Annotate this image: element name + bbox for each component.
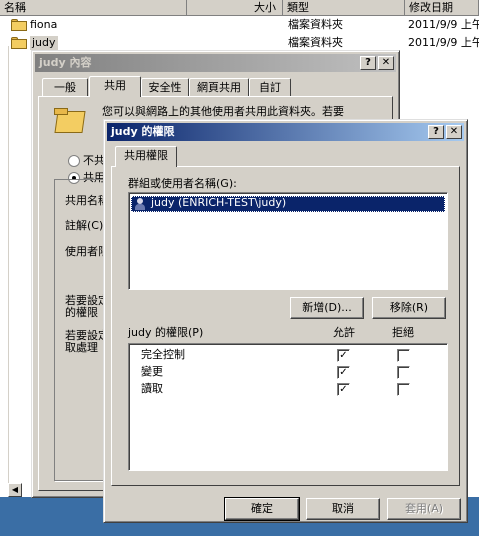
cancel-button[interactable]: 取消 (306, 498, 380, 520)
deny-read-checkbox[interactable] (397, 383, 410, 396)
close-button[interactable]: ✕ (446, 125, 462, 139)
permissions-title: judy 的權限 (111, 125, 175, 138)
tab-customize[interactable]: 自訂 (249, 78, 291, 97)
permissions-titlebar[interactable]: judy 的權限 ? ✕ (107, 123, 464, 141)
allow-full-control-checkbox[interactable]: ✓ (337, 349, 350, 362)
user-name: judy (ENRICH-TEST\judy) (151, 196, 287, 209)
deny-full-control-checkbox[interactable] (397, 349, 410, 362)
file-row-fiona[interactable]: fiona 檔案資料夾 2011/9/9 上午 (0, 16, 479, 34)
group-or-user-label: 群組或使用者名稱(G): (128, 177, 237, 190)
file-name: judy (30, 36, 58, 50)
file-name: fiona (30, 18, 58, 31)
sharing-intro: 您可以與網路上的其他使用者共用此資料夾。若要 (102, 105, 344, 118)
tab-sharing[interactable]: 共用 (89, 76, 141, 97)
list-margin (0, 46, 9, 486)
file-type: 檔案資料夾 (288, 36, 343, 49)
tab-share-permissions[interactable]: 共用權限 (115, 146, 177, 167)
column-header-modified[interactable]: 修改日期 (405, 0, 479, 16)
add-button[interactable]: 新增(D)... (290, 297, 364, 319)
perm-change-label: 變更 (141, 365, 163, 378)
perm-full-control-label: 完全控制 (141, 348, 185, 361)
user-list[interactable]: judy (ENRICH-TEST\judy) (128, 192, 448, 290)
folder-icon (11, 19, 27, 31)
deny-change-checkbox[interactable] (397, 366, 410, 379)
help-button[interactable]: ? (360, 56, 376, 70)
file-date: 2011/9/9 上午 (408, 36, 479, 49)
permissions-note-2: 的權限 (65, 306, 98, 319)
permissions-for-label: judy 的權限(P) (128, 326, 204, 339)
allow-column-header: 允許 (333, 326, 355, 339)
deny-column-header: 拒絕 (392, 326, 414, 339)
ok-button[interactable]: 確定 (224, 497, 300, 521)
caching-note-2: 取處理 (65, 341, 98, 354)
radio-do-not-share-label: 不共 (83, 154, 105, 167)
column-header-type[interactable]: 類型 (283, 0, 405, 16)
apply-button[interactable]: 套用(A) (387, 498, 461, 520)
properties-titlebar[interactable]: judy 內容 ? ✕ (35, 54, 396, 72)
list-item[interactable]: judy (ENRICH-TEST\judy) (131, 196, 445, 212)
properties-title: judy 內容 (39, 56, 92, 69)
tab-security[interactable]: 安全性 (141, 78, 189, 97)
file-type: 檔案資料夾 (288, 18, 343, 31)
radio-do-not-share[interactable] (68, 155, 80, 167)
perm-read-label: 讀取 (141, 382, 163, 395)
user-icon (135, 198, 145, 210)
column-header-size[interactable]: 大小 (187, 0, 283, 16)
scroll-left-button[interactable]: ◀ (8, 483, 22, 497)
tab-general[interactable]: 一般 (42, 78, 88, 97)
file-date: 2011/9/9 上午 (408, 18, 479, 31)
allow-change-checkbox[interactable]: ✓ (337, 366, 350, 379)
help-button[interactable]: ? (428, 125, 444, 139)
permissions-dialog: judy 的權限 ? ✕ 共用權限 群組或使用者名稱(G): judy (ENR… (103, 119, 468, 523)
close-button[interactable]: ✕ (378, 56, 394, 70)
remove-button[interactable]: 移除(R) (372, 297, 446, 319)
column-header-name[interactable]: 名稱 (0, 0, 187, 16)
folder-icon (11, 37, 27, 49)
allow-read-checkbox[interactable]: ✓ (337, 383, 350, 396)
comment-label: 註解(C) (65, 219, 104, 232)
tab-web-sharing[interactable]: 網頁共用 (189, 78, 249, 97)
permissions-list: 完全控制 變更 讀取 ✓ ✓ ✓ (128, 343, 448, 471)
shared-folder-icon (54, 105, 86, 135)
